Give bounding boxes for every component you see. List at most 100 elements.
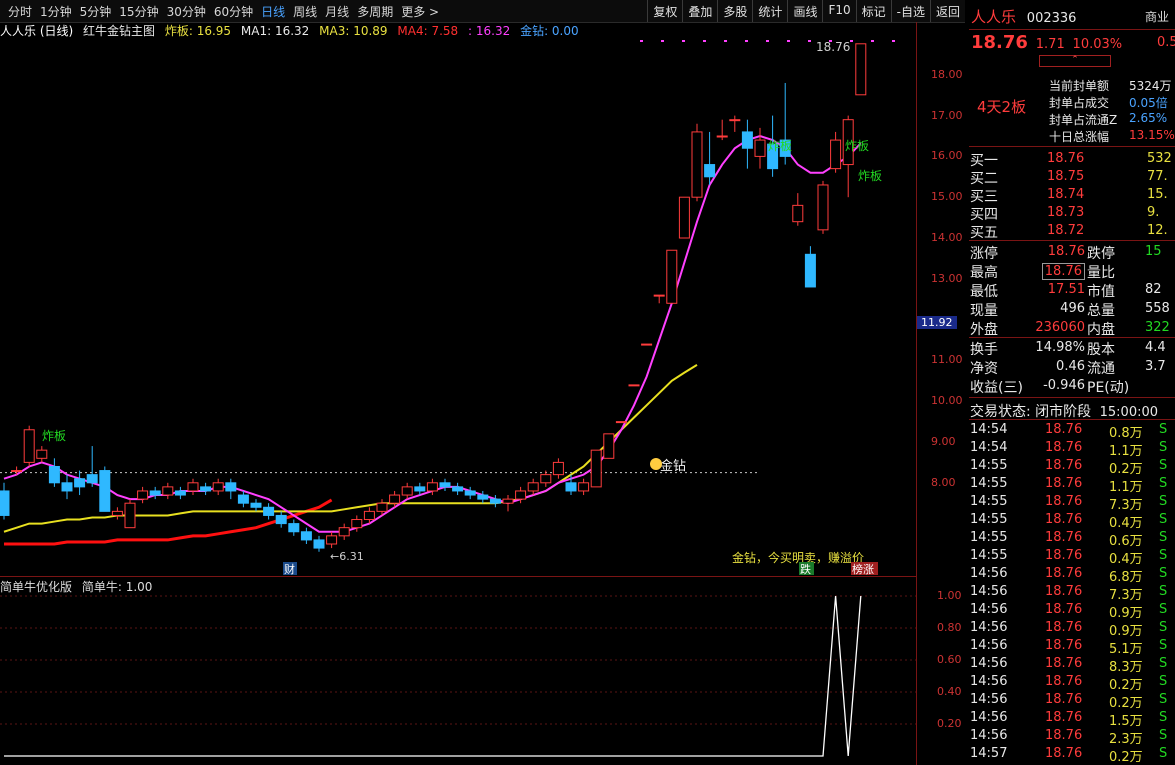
tick-volume: 0.9万 [1109, 624, 1143, 639]
tool-button-0[interactable]: 复权 [647, 0, 682, 22]
period-tab-9[interactable]: 多周期 [353, 3, 397, 20]
candle-body [61, 482, 73, 492]
marker-dot [682, 40, 685, 42]
ma3-value: MA3: 10.89 [319, 24, 388, 38]
tool-button-2[interactable]: 多股 [717, 0, 752, 22]
stat-label-2: 市值 [1087, 284, 1115, 300]
stat-label-2: 股本 [1087, 342, 1115, 358]
candle-body [414, 486, 426, 492]
tool-button-4[interactable]: 画线 [787, 0, 822, 22]
candle-body [691, 131, 703, 198]
tick-side: S [1159, 602, 1168, 617]
stat-label-2: 量比 [1087, 265, 1115, 281]
tool-button-7[interactable]: -自选 [890, 0, 930, 22]
tick-time: 14:56 [970, 728, 1008, 743]
period-tab-10[interactable]: 更多 > [397, 3, 443, 20]
bid-volume: 15. [1147, 187, 1168, 202]
period-tab-5[interactable]: 60分钟 [210, 3, 257, 20]
zhaban-label-3: 炸板 [858, 169, 882, 183]
candle-body [489, 498, 501, 504]
zhaban-label-0: 炸板 [42, 429, 66, 443]
tick-volume: 0.2万 [1109, 750, 1143, 765]
tick-side: S [1159, 692, 1168, 707]
stat-label: 最高 [970, 265, 998, 281]
tick-time: 14:55 [970, 512, 1008, 527]
candle-body [338, 527, 350, 537]
candle-body [313, 539, 325, 549]
indicator-name[interactable]: 红牛金钻主图 [83, 24, 155, 38]
period-tab-6[interactable]: 日线 [257, 3, 289, 20]
indicator-info-line: 人人乐 (日线) 红牛金钻主图 炸板: 16.95 MA1: 16.32 MA3… [0, 22, 916, 40]
tick-price: 18.76 [1045, 440, 1083, 455]
bid-price[interactable]: 18.76 [1047, 151, 1084, 166]
stat-label-2: 流通 [1087, 361, 1115, 377]
tick-price: 18.76 [1045, 512, 1083, 527]
stat-label-2: 内盘 [1087, 322, 1115, 338]
bid-price[interactable]: 18.72 [1047, 223, 1084, 238]
stat-label-2: 跌停 [1087, 246, 1115, 262]
tick-volume: 1.5万 [1109, 714, 1143, 729]
tick-side: S [1159, 530, 1168, 545]
trade-time: 15:00:00 [1099, 405, 1159, 420]
period-tab-0[interactable]: 分时 [4, 3, 36, 20]
marker-dot [871, 40, 874, 42]
period-tab-8[interactable]: 月线 [321, 3, 353, 20]
stock-title: 人人乐 (日线) [0, 24, 74, 38]
sub-value: 简单牛: 1.00 [81, 580, 153, 594]
candle-body [615, 421, 627, 424]
tool-button-3[interactable]: 统计 [752, 0, 787, 22]
tick-price: 18.76 [1045, 728, 1083, 743]
bid-volume: 77. [1147, 169, 1168, 184]
tool-button-5[interactable]: F10 [822, 0, 855, 22]
tick-time: 14:55 [970, 458, 1008, 473]
tick-side: S [1159, 728, 1168, 743]
seal-value: 2.65% [1129, 111, 1168, 125]
tick-volume: 8.3万 [1109, 660, 1143, 675]
bang-text: 榜涨 [852, 562, 874, 576]
tool-button-1[interactable]: 叠加 [682, 0, 717, 22]
stat-value: 17.51 [1047, 282, 1085, 297]
candle-body [817, 184, 829, 231]
tool-button-6[interactable]: 标记 [855, 0, 891, 22]
tick-price: 18.76 [1045, 746, 1083, 761]
sector-tag[interactable]: 商业 [1145, 8, 1169, 25]
collapse-arrow-icon[interactable]: ⌃ [1039, 55, 1111, 67]
tool-button-8[interactable]: 返回 [929, 0, 965, 22]
bottom-note: 金钻，今买明卖，赚溢价 [732, 550, 864, 565]
tick-price: 18.76 [1045, 638, 1083, 653]
zhaban-value: 炸板: 16.95 [164, 24, 232, 38]
bid-price[interactable]: 18.73 [1047, 205, 1084, 220]
bid-price[interactable]: 18.75 [1047, 169, 1084, 184]
bid-price[interactable]: 18.74 [1047, 187, 1084, 202]
period-tab-1[interactable]: 1分钟 [36, 3, 76, 20]
tick-time: 14:55 [970, 548, 1008, 563]
candle-body [326, 535, 338, 545]
tick-volume: 0.4万 [1109, 516, 1143, 531]
candle-body [515, 490, 527, 500]
period-tab-3[interactable]: 15分钟 [115, 3, 162, 20]
period-tabs: 分时 1分钟 5分钟 15分钟 30分钟 60分钟 日线 周线 月线 多周期 更多 > [4, 3, 443, 20]
tick-volume: 7.3万 [1109, 588, 1143, 603]
candle-body [678, 196, 690, 239]
stock-code: 002336 [1026, 11, 1077, 26]
candle-body [263, 506, 275, 516]
bid-label: 买二 [970, 171, 998, 187]
tick-time: 14:56 [970, 584, 1008, 599]
tick-time: 14:56 [970, 692, 1008, 707]
sub-title[interactable]: 简单牛优化版 [0, 580, 72, 594]
tick-price: 18.76 [1045, 692, 1083, 707]
period-tab-4[interactable]: 30分钟 [163, 3, 210, 20]
tick-side: S [1159, 656, 1168, 671]
stat-value: 18.76 [1041, 263, 1085, 280]
candle-body [666, 249, 678, 304]
period-tab-7[interactable]: 周线 [289, 3, 321, 20]
candle-body [540, 474, 552, 484]
stat-label: 净资 [970, 361, 998, 377]
candlestick-chart[interactable]: 18.76←6.31金钻炸板炸板 炸板炸板金钻，今买明卖，赚溢价财跌榜涨 [0, 40, 916, 576]
stat-value: -0.946 [1043, 378, 1085, 393]
stat-label-2: 总量 [1087, 303, 1115, 319]
die-text: 跌 [800, 562, 811, 576]
period-tab-2[interactable]: 5分钟 [76, 3, 116, 20]
sub-indicator-chart[interactable] [0, 594, 916, 765]
tick-time: 14:55 [970, 494, 1008, 509]
